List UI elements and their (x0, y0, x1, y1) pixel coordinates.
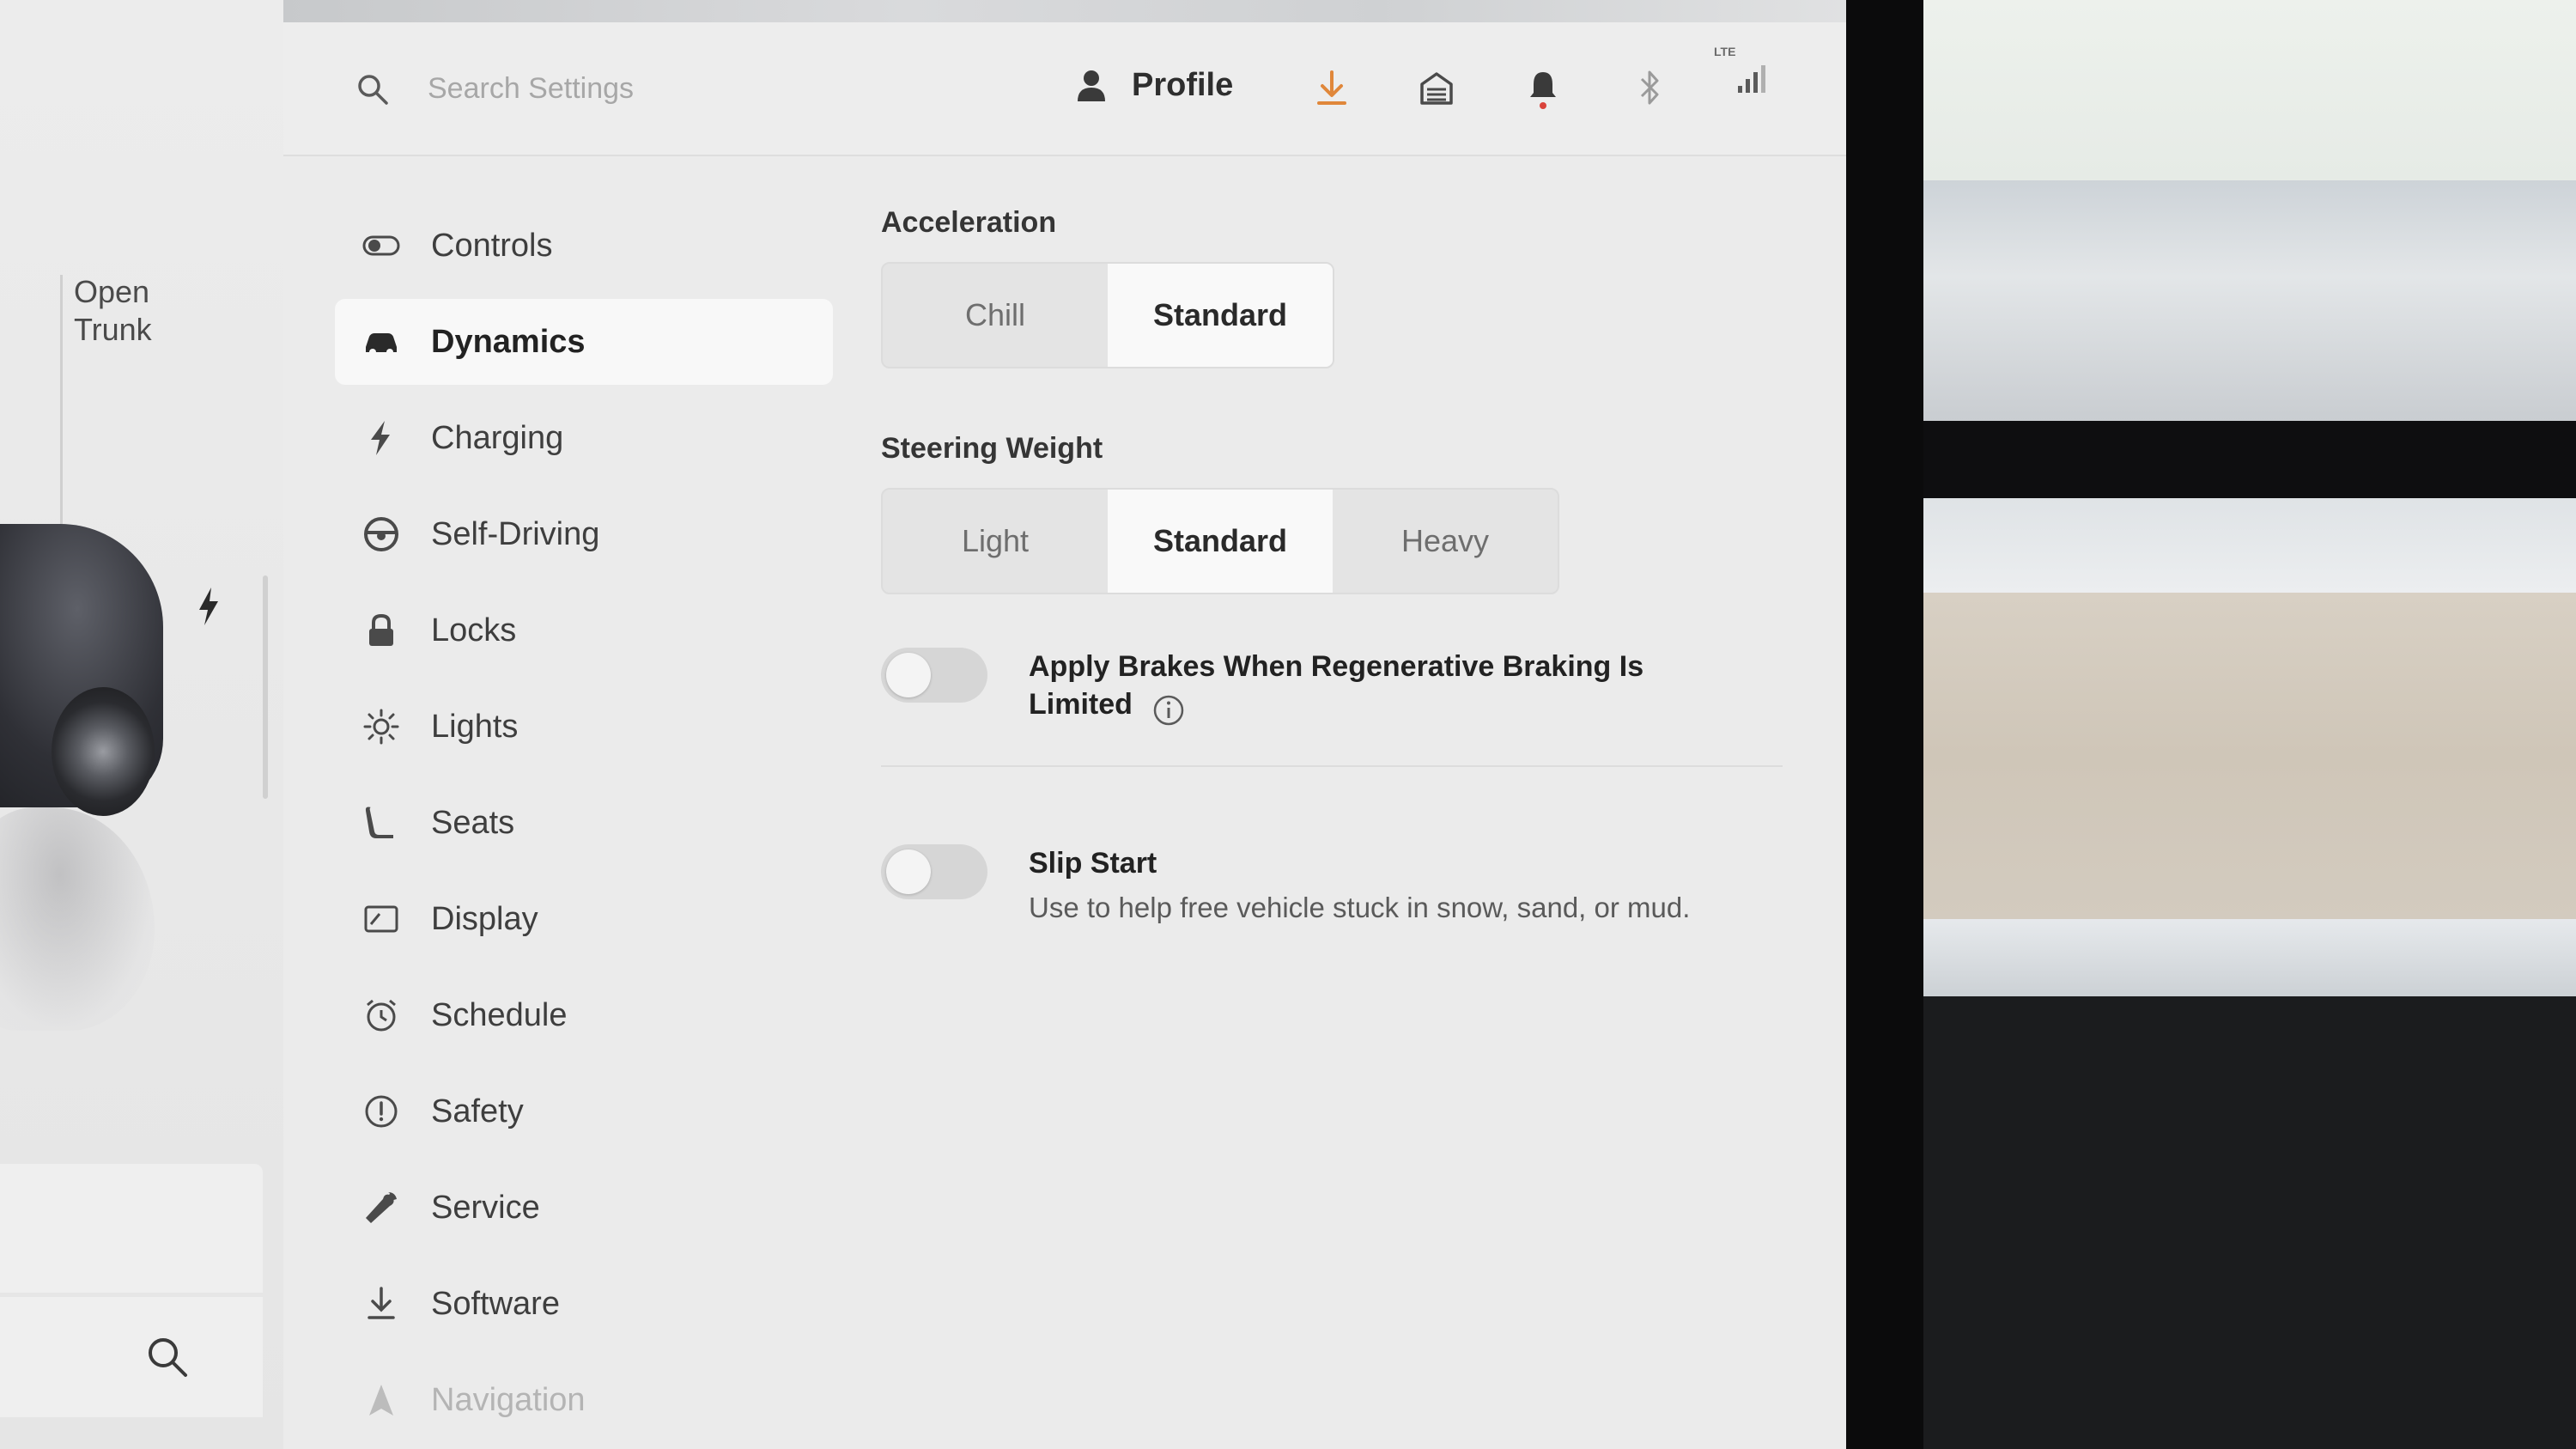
regen-brakes-label: Apply Brakes When Regenerative Braking I… (1029, 650, 1644, 721)
dynamics-content: Acceleration Chill Standard Steering Wei… (881, 206, 1826, 927)
nav-label-locks: Locks (431, 612, 517, 648)
dash-vent-gap (1889, 421, 2576, 498)
media-card[interactable] (0, 1164, 263, 1293)
dash-vent-trim (1889, 180, 2576, 421)
nav-item-lights[interactable]: Lights (335, 684, 833, 770)
sun-icon (363, 709, 399, 745)
nav-item-locks[interactable]: Locks (335, 588, 833, 673)
steering-weight-title: Steering Weight (881, 432, 1103, 465)
map-preview-strip (283, 0, 1846, 22)
search-settings-input[interactable] (428, 67, 943, 110)
profile-label: Profile (1132, 66, 1234, 103)
signal-strength-icon (1738, 65, 1765, 93)
lte-label: LTE (1714, 45, 1736, 58)
car-visualization-panel: Open Trunk (0, 0, 283, 1449)
car-reflection (0, 807, 155, 1031)
nav-label-lights: Lights (431, 708, 519, 745)
section-divider (881, 764, 1783, 767)
nav-item-display[interactable]: Display (335, 876, 833, 962)
nav-label-self-driving: Self-Driving (431, 515, 600, 552)
panel-scrollbar[interactable] (263, 575, 268, 799)
acceleration-title: Acceleration (881, 206, 1057, 239)
nav-label-software: Software (431, 1285, 560, 1322)
nav-item-schedule[interactable]: Schedule (335, 972, 833, 1058)
alarm-clock-icon (367, 999, 396, 1032)
settings-panel: Profile LTE (283, 0, 1846, 1449)
acceleration-chill-button[interactable]: Chill (883, 264, 1108, 367)
car-icon (366, 333, 397, 356)
notification-bell-icon[interactable] (1523, 67, 1563, 110)
window-glare (1889, 0, 2576, 180)
regen-brakes-toggle[interactable] (881, 648, 987, 703)
nav-label-display: Display (431, 900, 538, 937)
toggle-knob (886, 653, 931, 697)
nav-item-controls[interactable]: Controls (335, 203, 833, 289)
nav-item-self-driving[interactable]: Self-Driving (335, 491, 833, 577)
car-interior-background (1889, 0, 2576, 1449)
toggle-icon (362, 235, 400, 256)
search-icon (358, 75, 388, 105)
search-icon[interactable] (144, 1334, 191, 1380)
nav-item-safety[interactable]: Safety (335, 1068, 833, 1154)
bluetooth-icon[interactable] (1630, 67, 1669, 110)
lock-icon (369, 613, 393, 646)
nav-item-charging[interactable]: Charging (335, 395, 833, 481)
nav-label-charging: Charging (431, 419, 564, 456)
dash-chrome-strip (1889, 498, 2576, 593)
acceleration-standard-button[interactable]: Standard (1108, 264, 1333, 367)
steering-light-button[interactable]: Light (883, 490, 1108, 593)
steering-standard-button[interactable]: Standard (1108, 490, 1333, 593)
nav-label-schedule: Schedule (431, 996, 568, 1033)
slip-start-label: Slip Start (1029, 846, 1157, 880)
steering-wheel-icon (364, 517, 398, 551)
nav-item-navigation[interactable]: Navigation (335, 1357, 833, 1443)
homelink-garage-icon[interactable] (1417, 67, 1456, 110)
nav-label-controls: Controls (431, 227, 553, 264)
download-icon[interactable] (1312, 67, 1352, 110)
settings-nav: Controls Dynamics Charging Self-Driving … (335, 203, 833, 1449)
steering-weight-selector: Light Standard Heavy (881, 488, 1559, 594)
nav-label-service: Service (431, 1189, 540, 1226)
seat-icon (365, 807, 393, 838)
nav-item-software[interactable]: Software (335, 1261, 833, 1347)
lightning-icon (371, 421, 390, 455)
trunk-indicator-line (60, 275, 63, 524)
open-trunk-button[interactable]: Open Trunk (74, 273, 152, 349)
slip-start-description: Use to help free vehicle stuck in snow, … (1029, 891, 1691, 923)
alert-circle-icon (365, 1095, 398, 1128)
display-icon (364, 905, 398, 933)
wrench-icon (366, 1192, 397, 1223)
bottom-search-card[interactable] (0, 1297, 263, 1417)
person-icon (1078, 70, 1105, 101)
nav-item-service[interactable]: Service (335, 1165, 833, 1251)
dash-lower-panel (1889, 996, 2576, 1449)
settings-topbar: Profile LTE (283, 22, 1846, 156)
toggle-knob (886, 849, 931, 894)
slip-start-row: Slip Start Use to help free vehicle stuc… (881, 843, 1826, 927)
download-icon (368, 1287, 395, 1319)
navigation-icon (369, 1385, 393, 1416)
nav-label-dynamics: Dynamics (431, 323, 586, 360)
screen-bezel (1846, 0, 1923, 1449)
dash-lower-strip (1889, 919, 2576, 996)
nav-item-dynamics[interactable]: Dynamics (335, 299, 833, 385)
steering-heavy-button[interactable]: Heavy (1333, 490, 1558, 593)
touchscreen: Open Trunk Search Settings Profile LTE C… (0, 0, 1923, 1449)
regen-brakes-row: Apply Brakes When Regenerative Braking I… (881, 648, 1826, 728)
nav-item-seats[interactable]: Seats (335, 780, 833, 866)
acceleration-selector: Chill Standard (881, 262, 1334, 368)
info-icon[interactable] (1151, 693, 1186, 728)
profile-button[interactable]: Profile (1073, 55, 1233, 115)
nav-label-navigation: Navigation (431, 1381, 586, 1418)
charge-port-lightning-icon[interactable] (196, 588, 222, 625)
nav-label-seats: Seats (431, 804, 515, 841)
car-wheel-image (52, 687, 155, 816)
dash-wood-trim (1889, 593, 2576, 919)
slip-start-toggle[interactable] (881, 843, 987, 899)
nav-label-safety: Safety (431, 1093, 524, 1129)
